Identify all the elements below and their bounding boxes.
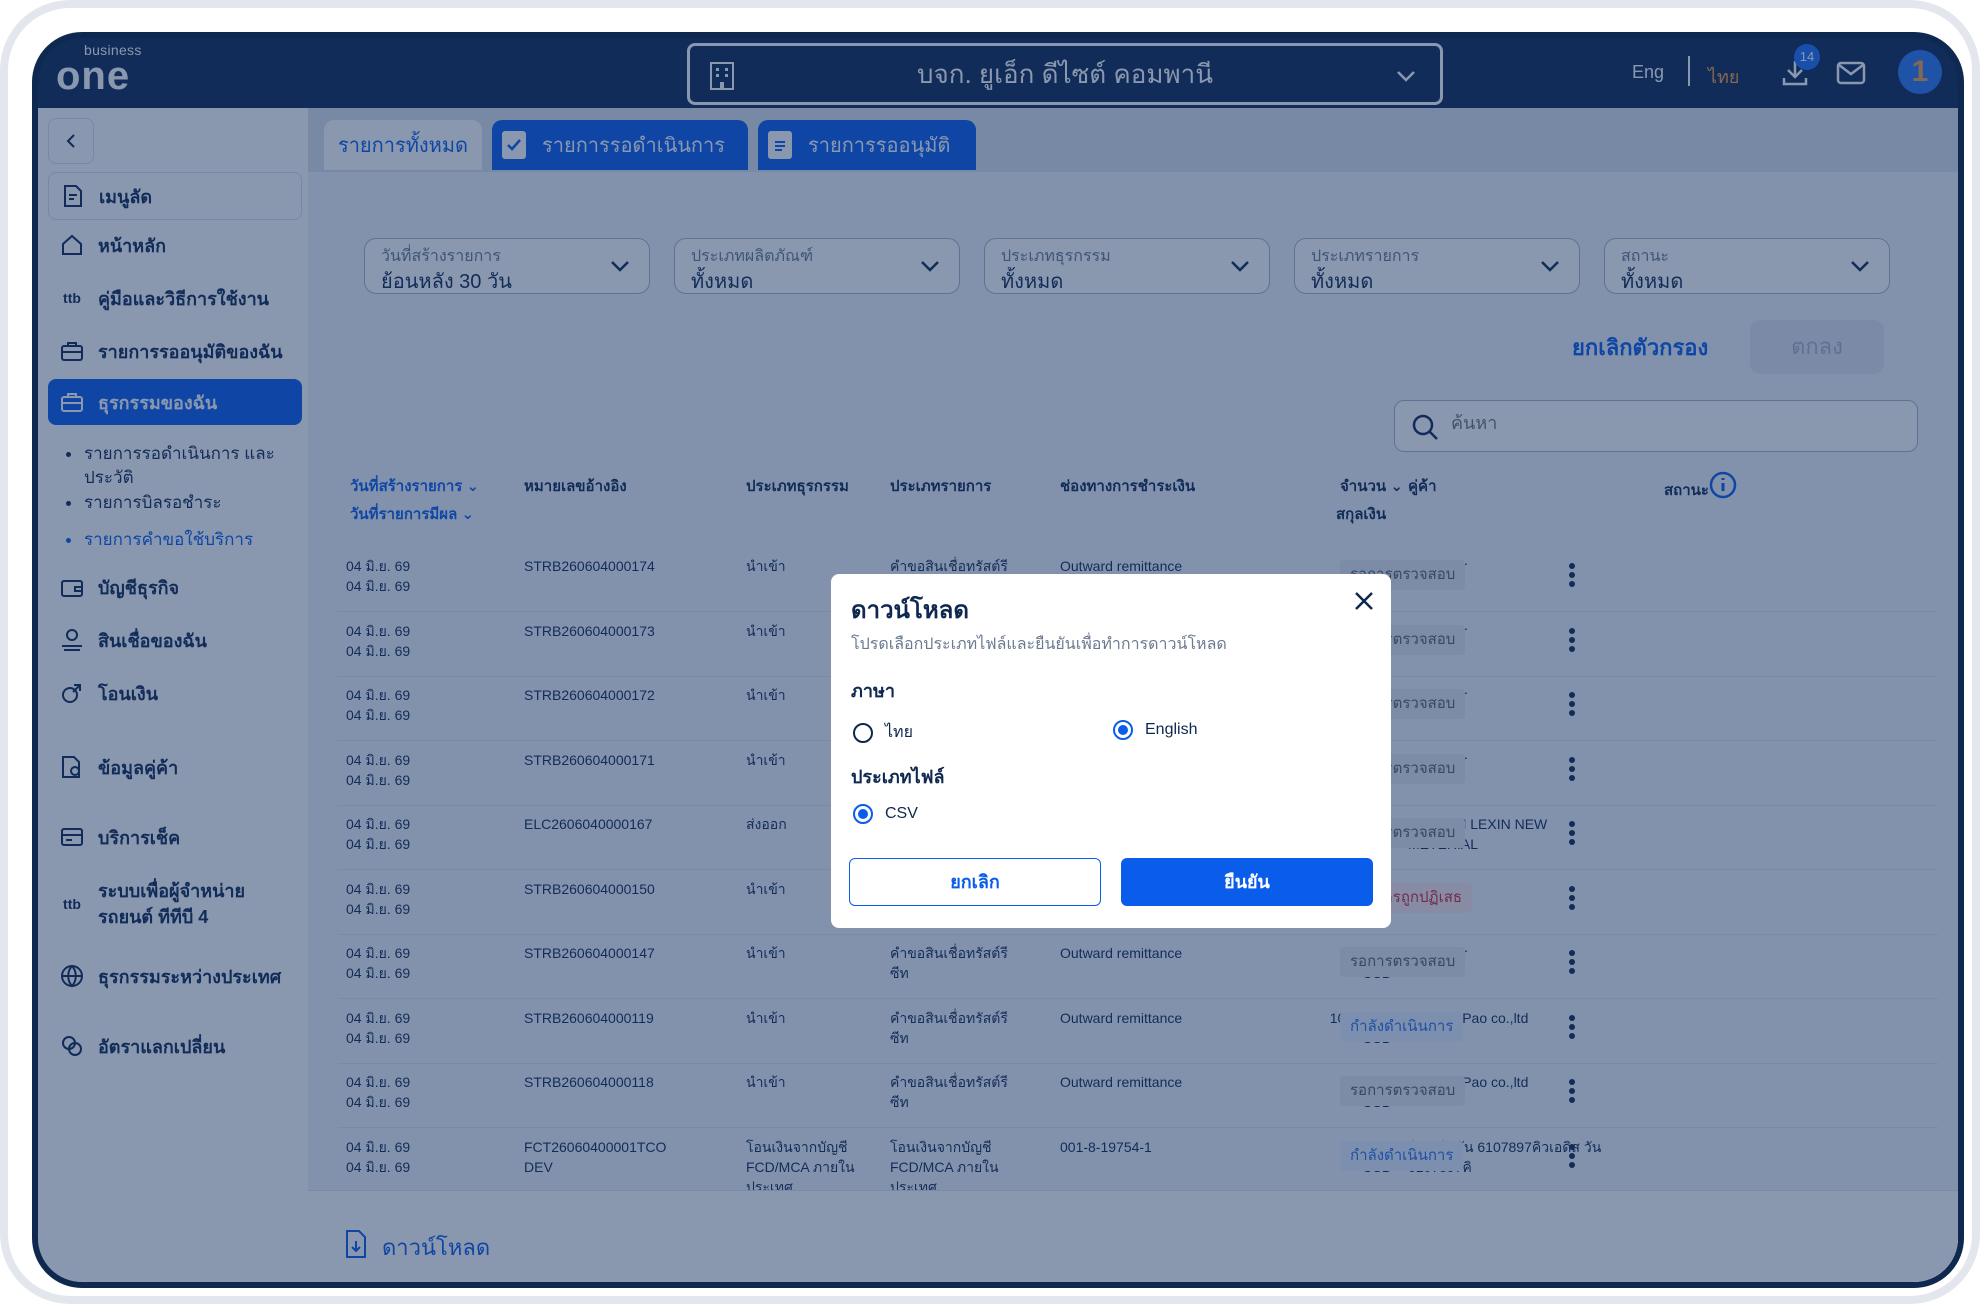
device-frame: business one บจก. ยูเอ็ก ดีไซต์ คอมพานี … xyxy=(0,0,1980,1304)
confirm-button[interactable]: ยืนยัน xyxy=(1121,858,1373,906)
radio-circle-selected xyxy=(853,804,873,824)
language-section-label: ภาษา xyxy=(851,681,895,701)
radio-label: CSV xyxy=(885,805,918,822)
radio-language-english[interactable]: English xyxy=(1113,720,1197,740)
close-icon[interactable] xyxy=(1353,590,1375,617)
radio-circle xyxy=(853,722,873,743)
device-bezel: business one บจก. ยูเอ็ก ดีไซต์ คอมพานี … xyxy=(8,8,1972,1296)
radio-language-thai[interactable]: ไทย xyxy=(853,720,913,745)
filetype-section-label: ประเภทไฟล์ xyxy=(851,767,945,787)
dialog-title: ดาวน์โหลด xyxy=(851,597,969,624)
radio-label: English xyxy=(1145,721,1198,738)
radio-filetype-csv[interactable]: CSV xyxy=(853,804,918,824)
radio-circle-selected xyxy=(1113,720,1133,740)
dialog-description: โปรดเลือกประเภทไฟล์และยืนยันเพื่อทำการดา… xyxy=(851,636,1227,653)
download-dialog: ดาวน์โหลด โปรดเลือกประเภทไฟล์และยืนยันเพ… xyxy=(831,574,1391,928)
cancel-button[interactable]: ยกเลิก xyxy=(849,858,1101,906)
app-screen: business one บจก. ยูเอ็ก ดีไซต์ คอมพานี … xyxy=(32,32,1964,1288)
radio-label: ไทย xyxy=(885,724,913,741)
